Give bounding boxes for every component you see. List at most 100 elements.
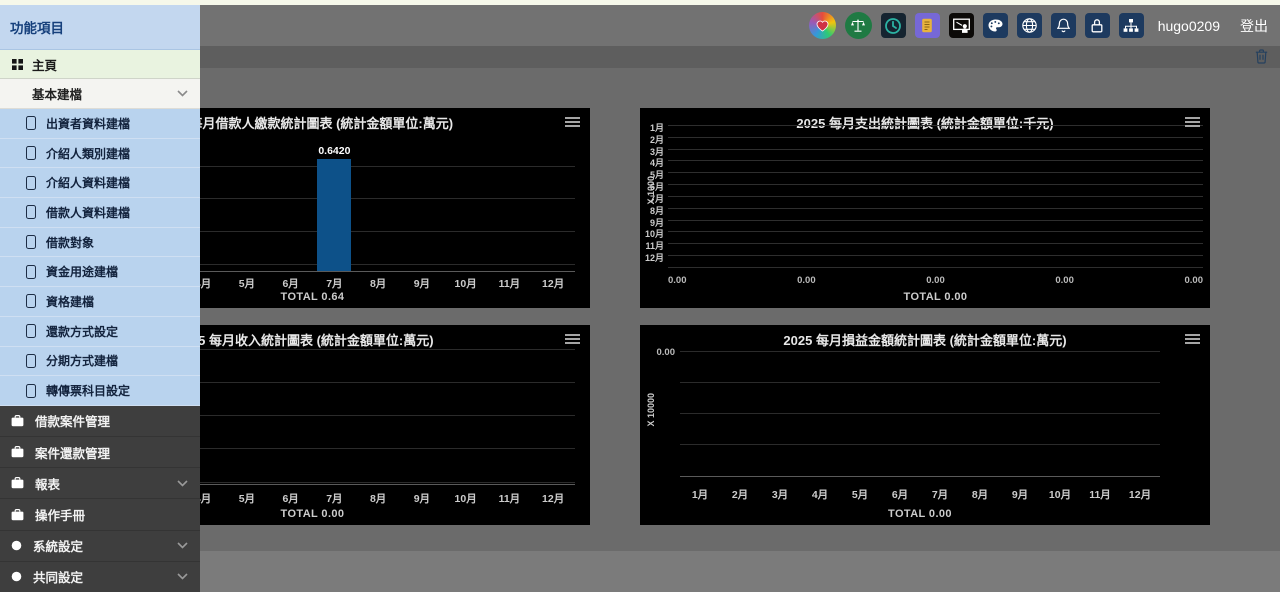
category-row: 4月 xyxy=(668,160,1203,172)
sidebar-item-borrower-data[interactable]: 借款人資料建檔 xyxy=(0,198,200,228)
sidebar-item-system-settings[interactable]: 系統設定 xyxy=(0,531,200,562)
bar-slot xyxy=(269,130,313,271)
y-axis-label: 12月 xyxy=(641,251,664,264)
bar-slot xyxy=(313,340,357,484)
x-axis-label: 10月 xyxy=(444,276,488,291)
sidebar-item-voucher-subject[interactable]: 轉傳票科目設定 xyxy=(0,376,200,406)
x-axis-label: 12月 xyxy=(531,276,575,291)
x-axis-label: 9月 xyxy=(400,276,444,291)
sidebar-item-reports[interactable]: 報表 xyxy=(0,468,200,499)
x-axis-tick: 0.00 xyxy=(1055,275,1074,286)
bar-slot xyxy=(531,340,575,484)
sidebar-item-home[interactable]: 主頁 xyxy=(0,50,200,79)
sidebar-item-label: 操作手冊 xyxy=(35,505,85,524)
sidebar-item-label: 還款方式設定 xyxy=(46,323,118,340)
category-row: 9月 xyxy=(668,220,1203,232)
chart-menu-icon[interactable] xyxy=(565,117,580,129)
briefcase-icon xyxy=(11,477,24,489)
x-axis-label: 12月 xyxy=(531,491,575,506)
category-row: 10月 xyxy=(668,231,1203,243)
sidebar-item-label: 借款案件管理 xyxy=(35,411,110,430)
checkbox-icon xyxy=(26,205,36,219)
sidebar-item-investor-data[interactable]: 出資者資料建檔 xyxy=(0,109,200,139)
sidebar-item-loan-case-management[interactable]: 借款案件管理 xyxy=(0,406,200,437)
x-axis-label: 7月 xyxy=(313,276,357,291)
chart-menu-icon[interactable] xyxy=(565,334,580,346)
scale-icon[interactable] xyxy=(845,12,872,39)
category-row: 1月 xyxy=(668,125,1203,137)
bell-icon[interactable] xyxy=(1051,13,1076,38)
x-axis-tick: 0.00 xyxy=(926,275,945,286)
bar-slot xyxy=(880,352,920,476)
briefcase-icon xyxy=(11,446,24,458)
presentation-icon[interactable] xyxy=(949,13,974,38)
sidebar: 功能項目 主頁基本建檔出資者資料建檔介紹人類別建檔介紹人資料建檔借款人資料建檔借… xyxy=(0,5,200,592)
category-row: 6月 xyxy=(668,184,1203,196)
x-axis-label: 11月 xyxy=(488,276,532,291)
x-axis-tick: 0.00 xyxy=(1185,275,1204,286)
clock-icon[interactable] xyxy=(881,13,906,38)
category-row: 11月 xyxy=(668,243,1203,255)
sidebar-item-label: 資金用途建檔 xyxy=(46,263,118,280)
sidebar-item-introducer-data[interactable]: 介紹人資料建檔 xyxy=(0,168,200,198)
sidebar-item-label: 分期方式建檔 xyxy=(46,352,118,369)
category-row: 8月 xyxy=(668,208,1203,220)
bar-slot xyxy=(920,352,960,476)
x-axis-label: 1月 xyxy=(680,487,720,502)
monthly-profit-chart-card: 2025 每月損益金額統計圖表 (統計金額單位:萬元) 0.001月2月3月4月… xyxy=(640,325,1210,525)
lock-icon[interactable] xyxy=(1085,13,1110,38)
chevron-down-icon xyxy=(177,480,188,487)
sidebar-item-repayment-method[interactable]: 還款方式設定 xyxy=(0,317,200,347)
checkbox-icon xyxy=(26,116,36,130)
sidebar-item-introducer-category[interactable]: 介紹人類別建檔 xyxy=(0,139,200,169)
x-axis-tick: 0.00 xyxy=(797,275,816,286)
scroll-icon[interactable] xyxy=(915,13,940,38)
sidebar-item-installment-method[interactable]: 分期方式建檔 xyxy=(0,347,200,377)
briefcase-icon xyxy=(11,509,24,521)
bar-slot xyxy=(400,130,444,271)
sitemap-icon[interactable] xyxy=(1119,13,1144,38)
y-axis-title: X 1000 xyxy=(646,176,656,205)
checkbox-icon xyxy=(26,324,36,338)
bar-slot xyxy=(400,340,444,484)
sidebar-item-manual[interactable]: 操作手冊 xyxy=(0,499,200,530)
logout-button[interactable]: 登出 xyxy=(1240,16,1268,36)
bar-slot xyxy=(531,130,575,271)
chart-menu-icon[interactable] xyxy=(1185,334,1200,346)
app-window: hugo0209 登出 2025 每月借款人繳款統計圖表 (統計金額單位:萬元)… xyxy=(0,0,1280,592)
x-axis-label: 5月 xyxy=(225,491,269,506)
sidebar-item-label: 報表 xyxy=(35,474,60,493)
chart-menu-icon[interactable] xyxy=(1185,117,1200,129)
sidebar-item-basic-files[interactable]: 基本建檔 xyxy=(0,79,200,109)
x-axis-label: 12月 xyxy=(1120,487,1160,502)
bar-slot xyxy=(225,340,269,484)
header-icons xyxy=(800,12,1144,39)
category-row: 7月 xyxy=(668,196,1203,208)
grid-icon xyxy=(12,59,23,70)
palette-icon[interactable] xyxy=(983,13,1008,38)
bar-slot xyxy=(1040,352,1080,476)
trash-icon[interactable] xyxy=(1255,49,1268,64)
x-axis-label: 9月 xyxy=(1000,487,1040,502)
sidebar-item-label: 介紹人資料建檔 xyxy=(46,174,130,191)
x-axis-label: 8月 xyxy=(960,487,1000,502)
sidebar-item-loan-target[interactable]: 借款對象 xyxy=(0,228,200,258)
bar-slot xyxy=(1000,352,1040,476)
bar[interactable] xyxy=(317,159,351,271)
sidebar-item-qualification[interactable]: 資格建檔 xyxy=(0,287,200,317)
checkbox-icon xyxy=(26,176,36,190)
chevron-down-icon xyxy=(177,573,188,580)
globe-icon[interactable] xyxy=(1017,13,1042,38)
colorful-logo-icon[interactable] xyxy=(809,12,836,39)
sidebar-item-case-repayment-management[interactable]: 案件還款管理 xyxy=(0,437,200,468)
circle-icon xyxy=(11,540,22,551)
sidebar-item-label: 出資者資料建檔 xyxy=(46,115,130,132)
sidebar-item-fund-usage[interactable]: 資金用途建檔 xyxy=(0,257,200,287)
chevron-down-icon xyxy=(177,90,188,97)
bar-slot xyxy=(356,340,400,484)
sidebar-item-common-settings[interactable]: 共同設定 xyxy=(0,562,200,592)
x-axis-ticks: 0.000.000.000.000.00 xyxy=(668,275,1203,286)
bar-slot xyxy=(488,130,532,271)
x-axis-label: 10月 xyxy=(1040,487,1080,502)
chart-plot: 1月2月3月4月5月6月7月8月9月10月11月12月X 10000.000.0… xyxy=(640,108,1210,308)
